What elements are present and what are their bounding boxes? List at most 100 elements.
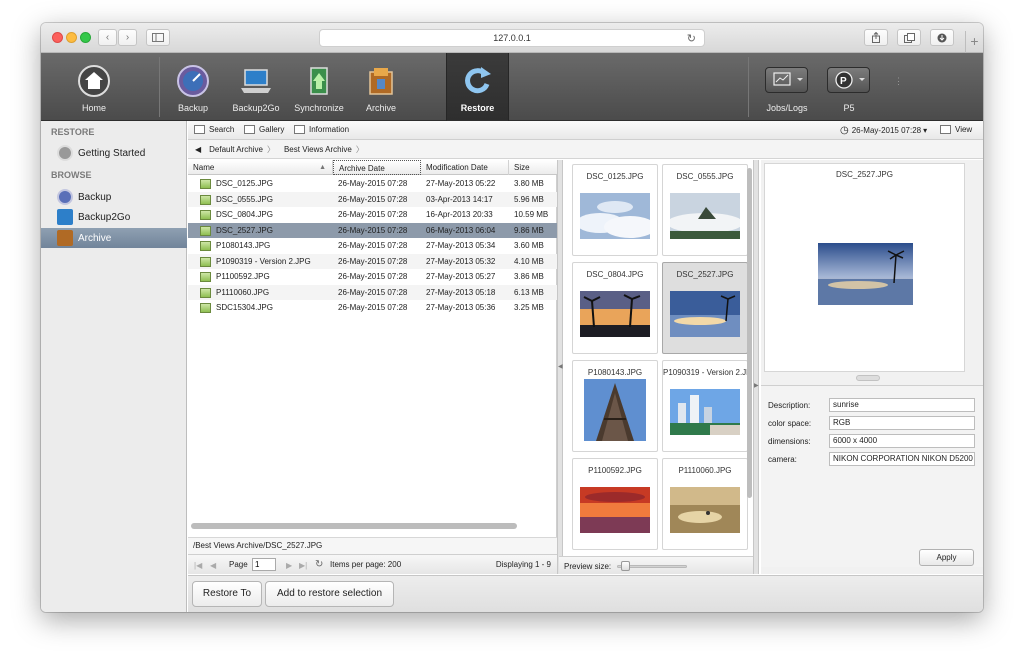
horizontal-scrollbar[interactable] bbox=[191, 523, 517, 529]
breadcrumb-item[interactable]: Default Archive 〉 bbox=[209, 144, 275, 155]
cell-size: 3.25 MB bbox=[514, 303, 544, 312]
tabs-icon bbox=[903, 32, 915, 43]
column-header-size[interactable]: Size bbox=[509, 160, 557, 175]
gallery-thumbnail[interactable]: P1080143.JPG bbox=[572, 360, 658, 452]
view-menu[interactable]: View bbox=[940, 125, 972, 134]
gallery-toggle-label: Gallery bbox=[259, 125, 285, 134]
snapshot-date-selector[interactable]: ◷ 26-May-2015 07:28 ▾ bbox=[840, 125, 927, 136]
cell-archive-date: 26-May-2015 07:28 bbox=[338, 303, 408, 312]
maximize-window-button[interactable] bbox=[80, 32, 91, 43]
last-page-icon[interactable]: ▶| bbox=[299, 561, 307, 570]
back-arrow-icon[interactable]: ◀ bbox=[195, 145, 201, 154]
sidebar-item-backup2go[interactable]: Backup2Go bbox=[41, 207, 187, 227]
synchronize-tool[interactable]: Synchronize bbox=[292, 53, 346, 121]
gallery-thumbnail[interactable]: DSC_0125.JPG bbox=[572, 164, 658, 256]
p5-tool[interactable]: P P5 bbox=[823, 53, 875, 121]
sidebar-toggle-button[interactable] bbox=[146, 29, 170, 46]
restore-heading: RESTORE bbox=[51, 127, 95, 137]
new-tab-button[interactable]: + bbox=[965, 31, 983, 53]
p5-logo-icon: P bbox=[835, 71, 865, 89]
backup-tool[interactable]: Backup bbox=[172, 53, 214, 121]
p5-dropdown[interactable]: P bbox=[827, 67, 870, 93]
close-window-button[interactable] bbox=[52, 32, 63, 43]
gallery-preview-splitter[interactable]: ▶ bbox=[753, 160, 759, 574]
apply-button[interactable]: Apply bbox=[919, 549, 974, 566]
cell-name: P1090319 - Version 2.JPG bbox=[216, 256, 311, 266]
gallery-toggle[interactable]: Gallery bbox=[244, 125, 284, 134]
collapse-arrow-icon[interactable]: ◀ bbox=[558, 363, 563, 370]
restore-to-button[interactable]: Restore To bbox=[192, 581, 262, 607]
first-page-icon[interactable]: |◀ bbox=[194, 561, 202, 570]
column-header-name[interactable]: Name ▲ bbox=[188, 160, 333, 175]
camera-field[interactable]: NIKON CORPORATION NIKON D5200 bbox=[829, 452, 975, 466]
breadcrumb-item[interactable]: Best Views Archive 〉 bbox=[284, 144, 364, 155]
minimize-window-button[interactable] bbox=[66, 32, 77, 43]
table-row[interactable]: P1110060.JPG 26-May-2015 07:28 27-May-2013… bbox=[188, 284, 557, 300]
cell-name: P1080143.JPG bbox=[216, 241, 271, 250]
sidebar-item-archive[interactable]: Archive bbox=[41, 228, 187, 248]
gallery-thumbnail[interactable]: DSC_0555.JPG bbox=[662, 164, 748, 256]
info-panel: Description: sunrise color space: RGB di… bbox=[761, 385, 983, 567]
home-tool[interactable]: Home bbox=[71, 53, 117, 121]
thumbnail-name: DSC_0125.JPG bbox=[586, 172, 644, 181]
information-toggle[interactable]: Information bbox=[294, 125, 349, 134]
table-row[interactable]: DSC_0125.JPG 26-May-2015 07:28 27-May-2013… bbox=[188, 176, 557, 192]
preview-size-label: Preview size: bbox=[564, 562, 612, 571]
table-row[interactable]: P1080143.JPG 26-May-2015 07:28 27-May-2013… bbox=[188, 238, 557, 254]
table-row[interactable]: DSC_2527.JPG 26-May-2015 07:28 06-May-2013… bbox=[188, 222, 557, 238]
table-row[interactable]: P1090319 - Version 2.JPG 26-May-2015 07:2… bbox=[188, 253, 557, 269]
gallery-thumbnail[interactable]: P1100592.JPG bbox=[572, 458, 658, 550]
preview-size-slider-thumb[interactable] bbox=[621, 561, 630, 571]
back-button[interactable]: ‹ bbox=[98, 29, 117, 46]
toolbar-overflow-handle[interactable]: ⋮ bbox=[894, 77, 903, 86]
search-toggle[interactable]: Search bbox=[194, 125, 234, 134]
address-bar[interactable]: 127.0.0.1 ↻ bbox=[319, 29, 705, 47]
page-number-input[interactable] bbox=[252, 558, 276, 571]
sidebar-icon bbox=[152, 33, 164, 42]
description-field[interactable]: sunrise bbox=[829, 398, 975, 412]
table-row[interactable]: DSC_0555.JPG 26-May-2015 07:28 03-Apr-2013… bbox=[188, 191, 557, 207]
refresh-icon[interactable]: ↻ bbox=[315, 559, 323, 570]
sidebar-item-label: Archive bbox=[78, 232, 112, 244]
vertical-splitter-handle[interactable] bbox=[856, 375, 880, 381]
display-count: Displaying 1 - 9 bbox=[495, 560, 551, 569]
table-row[interactable]: SDC15304.JPG 26-May-2015 07:28 27-May-2013… bbox=[188, 300, 557, 316]
restore-tool[interactable]: Restore bbox=[446, 53, 509, 121]
gallery-panel: DSC_0125.JPG DSC_0555.JPG DSC_0804.JPG DSC_… bbox=[563, 160, 753, 556]
tabs-overview-button[interactable] bbox=[897, 29, 921, 46]
gallery-scrollbar[interactable] bbox=[747, 168, 752, 498]
gallery-thumbnail[interactable]: DSC_2527.JPG bbox=[662, 262, 748, 354]
table-row[interactable]: DSC_0804.JPG 26-May-2015 07:28 16-Apr-2013… bbox=[188, 207, 557, 223]
column-header-modification-date[interactable]: Modification Date bbox=[421, 160, 509, 175]
table-row[interactable]: P1100592.JPG 26-May-2015 07:28 27-May-2013… bbox=[188, 269, 557, 285]
jobs-logs-dropdown[interactable] bbox=[765, 67, 808, 93]
dimensions-field[interactable]: 6000 x 4000 bbox=[829, 434, 975, 448]
downloads-button[interactable] bbox=[930, 29, 954, 46]
archive-tool[interactable]: Archive bbox=[359, 53, 403, 121]
color-space-field[interactable]: RGB bbox=[829, 416, 975, 430]
breadcrumb: ◀ Default Archive 〉 Best Views Archive 〉 bbox=[188, 140, 983, 159]
sidebar-item-backup[interactable]: Backup bbox=[41, 187, 187, 207]
collapse-arrow-icon[interactable]: ▶ bbox=[754, 382, 759, 389]
cell-name: DSC_2527.JPG bbox=[216, 225, 273, 235]
previous-page-icon[interactable]: ◀ bbox=[210, 561, 216, 570]
reload-icon[interactable]: ↻ bbox=[687, 32, 696, 45]
items-per-page[interactable]: Items per page: 200 bbox=[330, 560, 401, 569]
sort-asc-icon: ▲ bbox=[319, 164, 326, 171]
sidebar-item-label: Getting Started bbox=[78, 147, 146, 159]
gallery-thumbnail[interactable]: P1110060.JPG bbox=[662, 458, 748, 550]
share-button[interactable] bbox=[864, 29, 888, 46]
next-page-icon[interactable]: ▶ bbox=[286, 561, 292, 570]
sidebar-item-getting-started[interactable]: Getting Started bbox=[41, 143, 187, 163]
gallery-thumbnail[interactable]: P1090319 - Version 2.JPG bbox=[662, 360, 748, 452]
backup2go-tool[interactable]: Backup2Go bbox=[228, 53, 284, 121]
add-to-restore-selection-button[interactable]: Add to restore selection bbox=[265, 581, 394, 607]
column-header-archive-date[interactable]: Archive Date bbox=[333, 160, 421, 175]
getting-started-icon bbox=[57, 145, 73, 161]
gallery-thumbnail[interactable]: DSC_0804.JPG bbox=[572, 262, 658, 354]
forward-button[interactable]: › bbox=[118, 29, 137, 46]
jobs-logs-tool[interactable]: Jobs/Logs bbox=[759, 53, 815, 121]
chevron-left-icon: ‹ bbox=[105, 32, 110, 43]
selected-path: /Best Views Archive/DSC_2527.JPG bbox=[188, 537, 557, 554]
chevron-right-icon: › bbox=[125, 32, 130, 43]
